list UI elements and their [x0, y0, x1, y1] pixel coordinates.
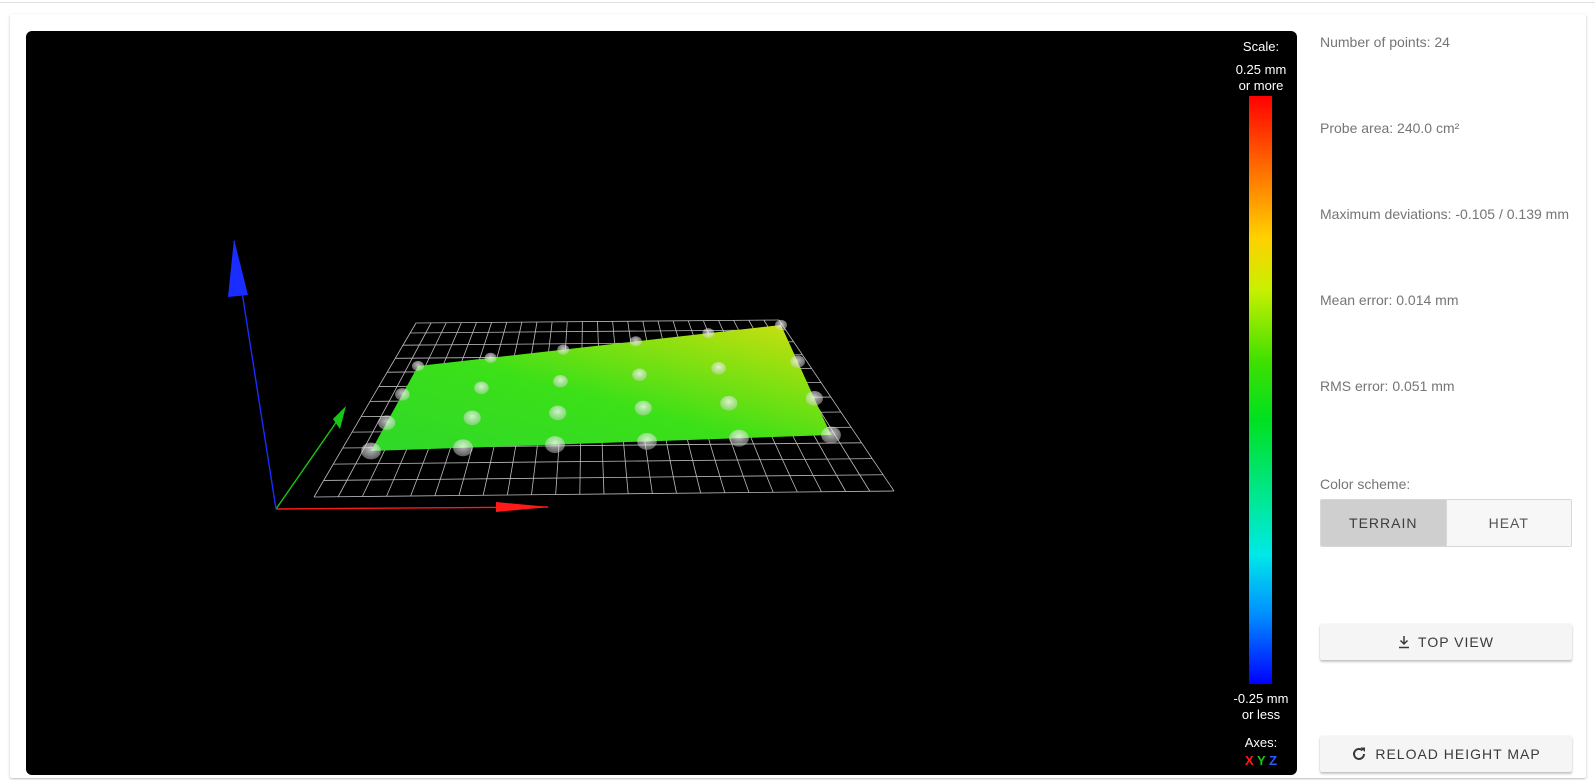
y-axis-arrow: [333, 406, 346, 429]
probe-point: [634, 400, 652, 416]
y-axis-line: [275, 410, 345, 510]
x-axis-arrow: [496, 502, 550, 512]
z-axis-label: Z: [1269, 753, 1278, 768]
refresh-icon: [1351, 746, 1367, 762]
probe-point: [775, 319, 787, 331]
mean-error: Mean error: 0.014 mm: [1320, 292, 1459, 308]
probe-point: [474, 381, 489, 395]
y-axis-label: Y: [1257, 753, 1266, 768]
probe-point: [453, 439, 473, 457]
terrain-option[interactable]: TERRAIN: [1321, 500, 1446, 546]
scale-max-label: 0.25 mm or more: [1225, 62, 1297, 94]
color-scheme-label: Color scheme:: [1320, 476, 1411, 492]
top-divider: [0, 2, 1595, 3]
color-scale-bar: [1249, 96, 1272, 684]
reload-label: RELOAD HEIGHT MAP: [1375, 746, 1541, 762]
z-axis-arrow: [228, 239, 248, 297]
probe-point: [361, 442, 381, 460]
probe-point: [805, 391, 823, 406]
probe-point: [553, 375, 568, 388]
height-map-viewer[interactable]: Scale: 0.25 mm or more -0.25 mm or less …: [26, 31, 1297, 775]
height-map-surface: [371, 325, 831, 451]
probe-point: [637, 432, 657, 450]
probe-point: [629, 336, 642, 347]
probe-point: [378, 415, 396, 430]
scale-max-value: 0.25 mm: [1235, 62, 1287, 77]
probe-point: [790, 355, 805, 368]
top-view-button[interactable]: TOP VIEW: [1320, 624, 1572, 660]
color-scale-legend: Scale: 0.25 mm or more -0.25 mm or less …: [1225, 31, 1297, 775]
number-of-points: Number of points: 24: [1320, 34, 1450, 50]
scale-min-value: -0.25 mm: [1233, 691, 1289, 706]
probe-area: Probe area: 240.0 cm²: [1320, 120, 1460, 136]
reload-height-map-button[interactable]: RELOAD HEIGHT MAP: [1320, 736, 1572, 772]
probe-point: [484, 352, 497, 363]
probe-point: [412, 360, 424, 372]
height-map-scene[interactable]: [26, 31, 1216, 775]
x-axis-label: X: [1244, 753, 1254, 768]
scale-min-label: -0.25 mm or less: [1225, 691, 1297, 723]
scale-title: Scale:: [1242, 39, 1280, 54]
probe-point: [463, 410, 481, 426]
probe-point: [702, 328, 715, 339]
probe-point: [557, 344, 570, 355]
axes-title: Axes:: [1244, 735, 1278, 750]
probe-point: [549, 405, 567, 421]
scale-min-suffix: or less: [1241, 707, 1281, 722]
probe-point: [632, 368, 647, 381]
rms-error: RMS error: 0.051 mm: [1320, 378, 1455, 394]
probe-point: [720, 395, 738, 411]
probe-point: [545, 436, 565, 454]
color-scheme-toggle: TERRAIN HEAT: [1320, 499, 1572, 547]
axes-legend: X Y Z: [1225, 753, 1297, 769]
maximum-deviations: Maximum deviations: -0.105 / 0.139 mm: [1320, 206, 1569, 222]
scale-max-suffix: or more: [1238, 78, 1284, 93]
probe-point: [821, 426, 841, 444]
arrow-collapse-down-icon: [1398, 635, 1410, 649]
probe-point: [711, 361, 726, 375]
probe-point: [395, 388, 410, 401]
heat-option[interactable]: HEAT: [1445, 500, 1571, 546]
top-view-label: TOP VIEW: [1418, 634, 1494, 650]
probe-point: [729, 429, 749, 447]
